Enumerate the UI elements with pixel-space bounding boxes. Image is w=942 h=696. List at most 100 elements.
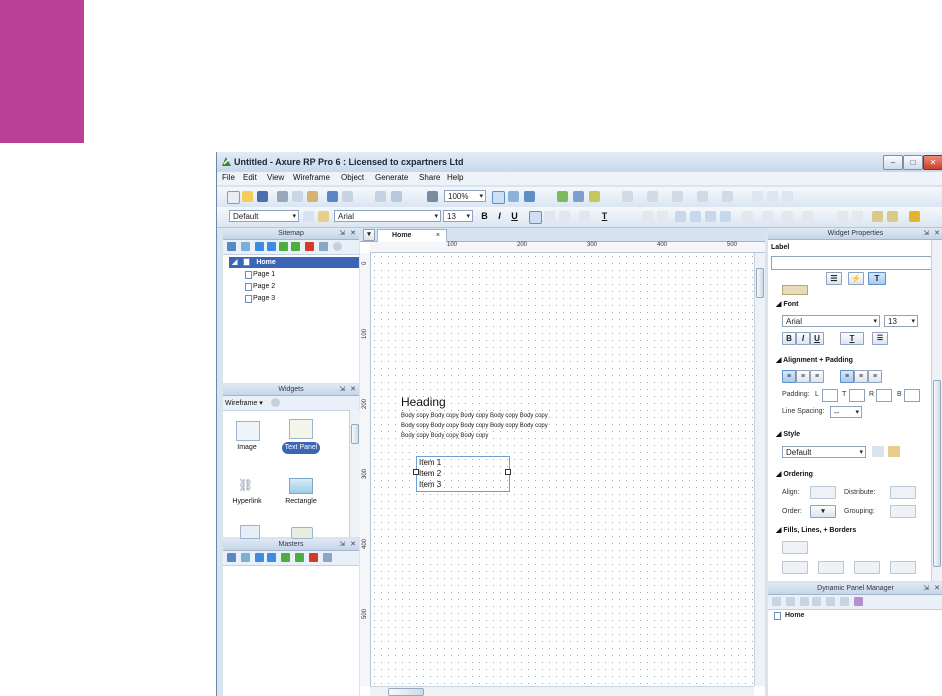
text-panel-widget-icon[interactable] — [289, 419, 313, 439]
fill-color-button[interactable] — [782, 541, 808, 554]
tab-list-dropdown-icon[interactable]: ▾ — [363, 229, 375, 241]
menu-file[interactable]: File — [222, 173, 235, 182]
align-center-icon[interactable] — [767, 191, 778, 202]
align-center-icon[interactable]: ≡ — [796, 370, 810, 383]
outdent-icon[interactable] — [291, 242, 300, 251]
zoom-select[interactable]: 100% ▾ — [444, 190, 486, 202]
outdent-icon[interactable] — [295, 553, 304, 562]
minimize-button[interactable]: – — [883, 155, 903, 170]
connector-mode-icon[interactable] — [508, 191, 519, 202]
sitemap-item-page-3[interactable]: Page 3 — [245, 295, 275, 303]
undo-icon[interactable] — [327, 191, 338, 202]
close-icon[interactable]: ✕ — [934, 583, 940, 594]
connector-icon[interactable] — [391, 191, 402, 202]
fill-color-icon[interactable] — [622, 191, 633, 202]
align-left-icon[interactable] — [752, 191, 763, 202]
menu-share[interactable]: Share — [419, 173, 440, 182]
tab-home[interactable]: Home × — [377, 229, 447, 242]
text-color-button[interactable]: T — [599, 211, 610, 222]
line-style-icon[interactable] — [697, 191, 708, 202]
pin-icon[interactable]: ⇲ — [339, 228, 345, 239]
close-button[interactable]: ✕ — [923, 155, 942, 170]
add-child-icon[interactable] — [241, 242, 250, 251]
add-page-icon[interactable] — [227, 242, 236, 251]
valign-middle-icon[interactable]: ≡ — [854, 370, 868, 383]
font-section-header[interactable]: ◢ Font — [776, 300, 799, 308]
order-button[interactable]: ▾ — [810, 505, 836, 518]
menu-wireframe[interactable]: Wireframe — [293, 173, 330, 182]
align-center-icon[interactable] — [544, 211, 555, 222]
unlock-icon[interactable] — [887, 211, 898, 222]
resize-handle-left[interactable] — [413, 469, 419, 475]
alignment-section-header[interactable]: ◢ Alignment + Padding — [776, 356, 853, 364]
label-input[interactable] — [771, 256, 941, 270]
menu-edit[interactable]: Edit — [243, 173, 257, 182]
font-family-select[interactable]: Arial ▾ — [782, 315, 880, 327]
text-color-button[interactable]: T — [840, 332, 864, 345]
arrow-style-icon[interactable] — [722, 191, 733, 202]
align-left-icon[interactable] — [529, 211, 542, 224]
fills-section-header[interactable]: ◢ Fills, Lines, + Borders — [776, 526, 856, 534]
save-icon[interactable] — [257, 191, 268, 202]
generate-spec-icon[interactable] — [589, 191, 600, 202]
widget-label-image[interactable]: Image — [220, 444, 274, 451]
close-icon[interactable]: ✕ — [350, 539, 356, 550]
delete-icon[interactable] — [305, 242, 314, 251]
align-bottom-icon[interactable] — [802, 211, 813, 222]
group-icon[interactable] — [642, 211, 653, 222]
menu-help[interactable]: Help — [447, 173, 463, 182]
menu-object[interactable]: Object — [341, 173, 364, 182]
align-left-icon[interactable]: ≡ — [782, 370, 796, 383]
pin-icon[interactable]: ⇲ — [923, 583, 929, 594]
italic-button[interactable]: I — [796, 332, 810, 345]
maximize-button[interactable]: □ — [903, 155, 923, 170]
lock-icon[interactable] — [872, 211, 883, 222]
body-copy-widget[interactable]: Body copy Body copy Body copy Body copy … — [401, 411, 551, 441]
padlock-icon[interactable] — [909, 211, 920, 222]
properties-scrollbar[interactable] — [931, 240, 942, 581]
add-folder-icon[interactable] — [241, 553, 250, 562]
valign-bottom-icon[interactable]: ≡ — [868, 370, 882, 383]
underline-button[interactable]: U — [509, 211, 520, 222]
add-state-icon[interactable] — [772, 597, 781, 606]
bullets-icon[interactable] — [579, 211, 590, 222]
rectangle-widget-icon[interactable] — [289, 478, 313, 494]
widget-label-hyperlink[interactable]: Hyperlink — [220, 498, 274, 505]
edit-style-icon[interactable] — [872, 446, 884, 457]
formatting-tab-icon[interactable]: T — [868, 272, 886, 285]
move-down-icon[interactable] — [267, 242, 276, 251]
line-width-button[interactable] — [818, 561, 844, 574]
style-select[interactable]: Default ▾ — [229, 210, 299, 222]
scrollbar-thumb[interactable] — [351, 424, 359, 444]
format-painter-icon[interactable] — [888, 446, 900, 457]
widget-style-select[interactable]: Default ▾ — [782, 446, 866, 458]
master-properties-icon[interactable] — [323, 553, 332, 562]
bring-forward-icon[interactable] — [690, 211, 701, 222]
heading-widget[interactable]: Heading — [401, 395, 446, 409]
button-widget-icon[interactable] — [291, 527, 313, 539]
italic-button[interactable]: I — [494, 211, 505, 222]
line-style-button[interactable] — [854, 561, 880, 574]
font-size-select[interactable]: 13 ▾ — [443, 210, 473, 222]
dynamic-panel-tree-home[interactable]: Home — [774, 612, 804, 620]
close-icon[interactable]: ✕ — [350, 228, 356, 239]
move-down-icon[interactable] — [812, 597, 821, 606]
canvas-vertical-scrollbar[interactable] — [754, 253, 765, 686]
copy-icon[interactable] — [292, 191, 303, 202]
edit-state-icon[interactable] — [826, 597, 835, 606]
widget-label-text-panel[interactable]: Text Panel — [274, 444, 328, 451]
font-size-select[interactable]: 13 ▾ — [884, 315, 918, 327]
placeholder-widget-icon[interactable] — [240, 525, 260, 539]
image-widget-icon[interactable] — [236, 421, 260, 441]
line-spacing-select[interactable]: -- ▾ — [830, 406, 862, 418]
valign-top-icon[interactable]: ≡ — [840, 370, 854, 383]
bold-button[interactable]: B — [782, 332, 796, 345]
distribute-v-icon[interactable] — [852, 211, 863, 222]
padding-top-input[interactable] — [849, 389, 865, 402]
padding-left-input[interactable] — [822, 389, 838, 402]
search-icon[interactable] — [271, 398, 280, 407]
distribute-button[interactable] — [890, 486, 916, 499]
crop-icon[interactable] — [524, 191, 535, 202]
align-right-icon[interactable] — [559, 211, 570, 222]
move-up-icon[interactable] — [255, 242, 264, 251]
